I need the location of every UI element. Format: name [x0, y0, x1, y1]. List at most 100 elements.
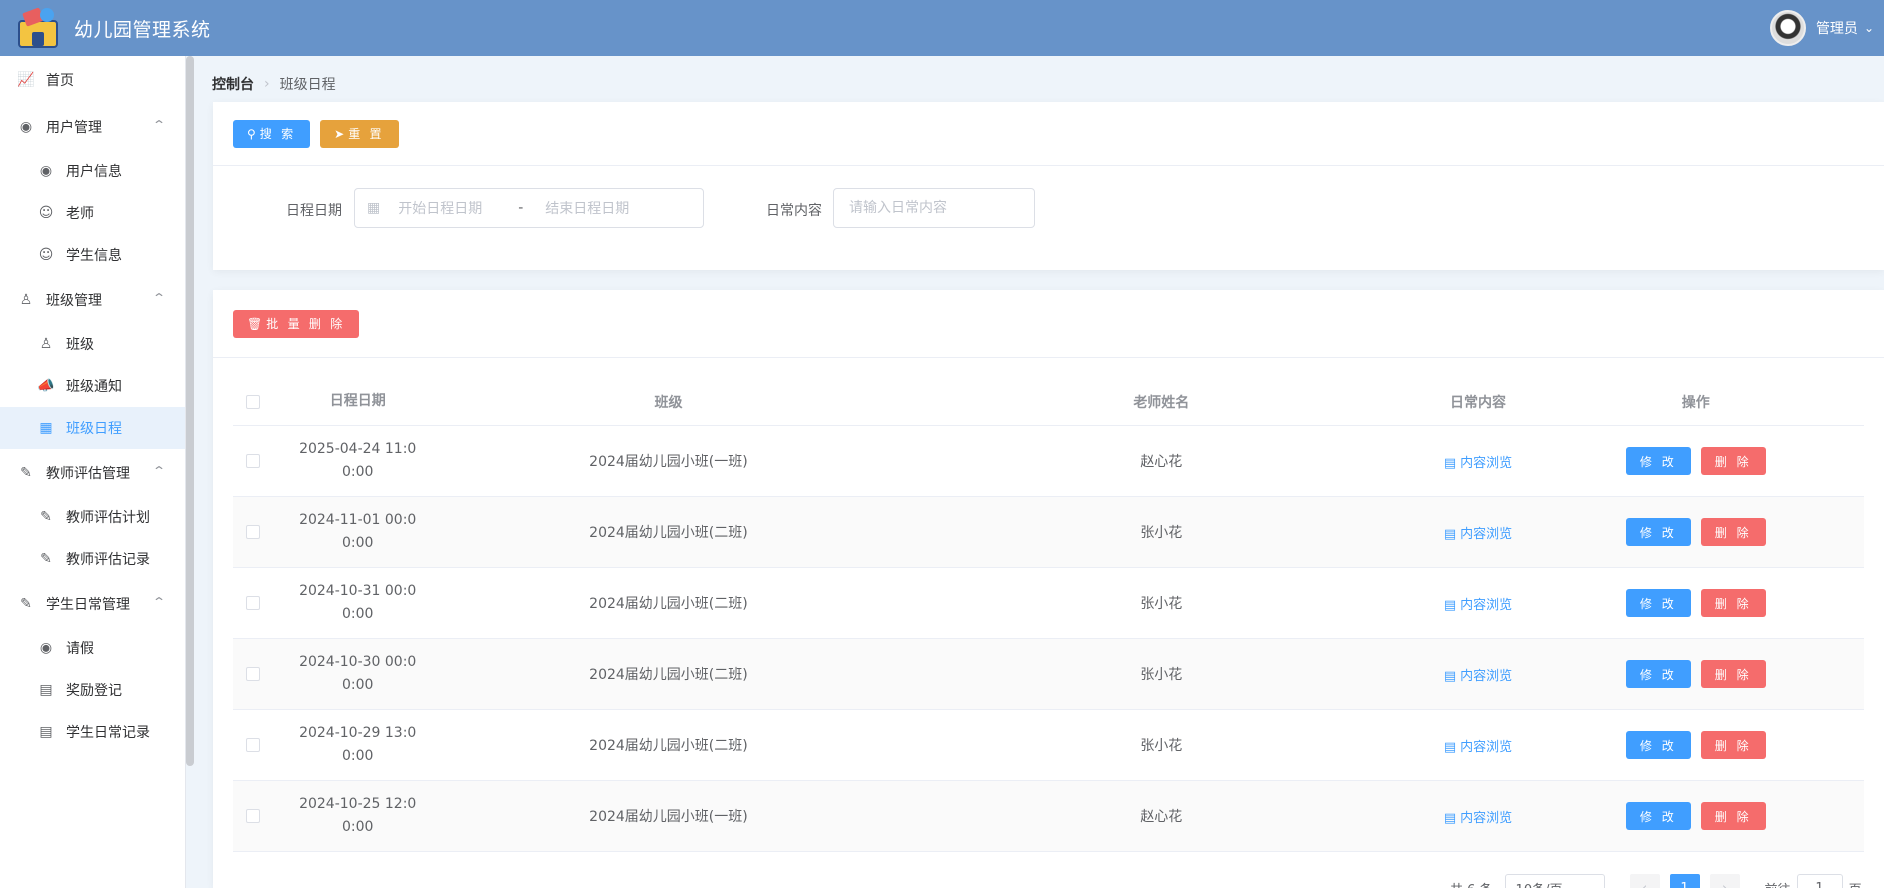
row-checkbox[interactable]: [245, 596, 260, 610]
sidebar-item-label: 班级日程: [66, 421, 122, 437]
reward-icon: ▤: [39, 682, 53, 698]
delete-button[interactable]: 删 除: [1700, 589, 1766, 617]
chevron-up-icon[interactable]: ⌃: [152, 118, 166, 132]
view-content-link[interactable]: ▤ 内容浏览: [1444, 598, 1512, 613]
sidebar-item-6[interactable]: ♙ 班级: [0, 323, 185, 365]
breadcrumb-current: 班级日程: [279, 77, 336, 93]
sidebar-item-12[interactable]: ✎ 学生日常管理 ⌃: [0, 580, 185, 627]
page-size-select[interactable]: 10条/页 ⌄: [1504, 874, 1605, 888]
delete-button[interactable]: 删 除: [1700, 802, 1766, 830]
cell-class: 2024届幼儿园小班(二班): [589, 525, 748, 541]
cell-date: 2024-10-25 12:0 0:00: [273, 793, 443, 839]
edit-button[interactable]: 修 改: [1625, 802, 1691, 830]
row-checkbox[interactable]: [245, 454, 260, 468]
edit-button[interactable]: 修 改: [1625, 660, 1691, 688]
view-content-link[interactable]: ▤ 内容浏览: [1444, 669, 1512, 684]
sidebar-item-label: 用户管理: [46, 119, 102, 136]
view-content-link[interactable]: ▤ 内容浏览: [1444, 740, 1512, 755]
row-checkbox[interactable]: [245, 667, 260, 681]
sidebar-item-4[interactable]: ☺ 学生信息: [0, 234, 185, 276]
cell-date: 2025-04-24 11:0 0:00: [273, 438, 443, 484]
sidebar-item-11[interactable]: ✎ 教师评估记录: [0, 538, 185, 580]
range-separator: -: [518, 200, 524, 216]
sidebar-item-label: 奖励登记: [66, 683, 122, 699]
date-line2: 0:00: [341, 606, 374, 622]
sidebar-item-14[interactable]: ▤ 奖励登记: [0, 669, 185, 711]
view-content-link[interactable]: ▤ 内容浏览: [1444, 811, 1512, 826]
sidebar-item-1[interactable]: ◉ 用户管理 ⌃: [0, 103, 185, 150]
delete-button[interactable]: 删 除: [1700, 447, 1766, 475]
table-row: 2025-04-24 11:0 0:00 2024届幼儿园小班(一班) 赵心花 ▤ 内容浏…: [233, 426, 1864, 497]
delete-button[interactable]: 删 除: [1700, 660, 1766, 688]
sidebar-item-2[interactable]: ◉ 用户信息: [0, 150, 185, 192]
document-icon: ▤: [1443, 739, 1457, 755]
goto-page-input[interactable]: 1: [1796, 874, 1843, 888]
cell-actions: 修 改删 除: [1528, 660, 1865, 688]
date-range-picker[interactable]: ▦ 开始日程日期 - 结束日程日期: [354, 188, 704, 228]
sidebar-item-15[interactable]: ▤ 学生日常记录: [0, 711, 185, 753]
teacher-icon: ☺: [38, 205, 54, 221]
start-date-input[interactable]: 开始日程日期: [398, 198, 518, 218]
search-toolbar: ⚲ 搜 索 ➤ 重 置: [213, 102, 1884, 166]
chevron-up-icon[interactable]: ⌃: [152, 291, 166, 305]
sidebar-item-5[interactable]: ♙ 班级管理 ⌃: [0, 276, 185, 323]
page-number-current[interactable]: 1: [1669, 874, 1700, 888]
sidebar-scrollbar[interactable]: [186, 56, 194, 766]
sidebar-item-8[interactable]: ▦ 班级日程: [0, 407, 185, 449]
chevron-up-icon[interactable]: ⌃: [152, 464, 166, 478]
megaphone-icon: 📣: [37, 378, 55, 394]
edit-button[interactable]: 修 改: [1625, 447, 1691, 475]
table-header: 日程日期 班级 老师姓名 日常内容 操作: [233, 378, 1864, 426]
reset-button[interactable]: ➤ 重 置: [320, 119, 399, 148]
table-row: 2024-10-29 13:0 0:00 2024届幼儿园小班(二班) 张小花 ▤ 内容浏…: [233, 710, 1864, 781]
table-body: 2025-04-24 11:0 0:00 2024届幼儿园小班(一班) 赵心花 ▤ 内容浏…: [233, 426, 1864, 852]
view-content-link[interactable]: ▤ 内容浏览: [1444, 456, 1512, 471]
user-name[interactable]: 管理员: [1816, 18, 1858, 38]
batch-delete-button[interactable]: 🗑 批 量 删 除: [233, 309, 360, 338]
next-page-button[interactable]: ›: [1709, 874, 1740, 888]
view-content-link[interactable]: ▤ 内容浏览: [1444, 527, 1512, 542]
delete-button[interactable]: 删 除: [1700, 518, 1766, 546]
cell-teacher: 张小花: [1140, 667, 1183, 683]
row-checkbox[interactable]: [245, 738, 260, 752]
chevron-down-icon[interactable]: ⌄: [1864, 21, 1874, 35]
breadcrumb-root[interactable]: 控制台: [212, 74, 254, 94]
delete-button[interactable]: 删 除: [1700, 731, 1766, 759]
sidebar-item-9[interactable]: ✎ 教师评估管理 ⌃: [0, 449, 185, 496]
schedule-table: 日程日期 班级 老师姓名 日常内容 操作 2025-04-24 11:0 0:00…: [233, 378, 1864, 852]
edit-icon: ✎: [40, 551, 52, 567]
cell-teacher: 张小花: [1140, 738, 1183, 754]
breadcrumb-separator-icon: ›: [264, 76, 270, 92]
content-search-input[interactable]: [833, 188, 1035, 228]
prev-page-button[interactable]: ‹: [1629, 874, 1660, 888]
class-group-icon: ♙: [19, 291, 33, 308]
sidebar-item-label: 学生日常管理: [46, 596, 130, 613]
sidebar-item-13[interactable]: ◉ 请假: [0, 627, 185, 669]
cell-date: 2024-11-01 00:0 0:00: [273, 509, 443, 555]
row-checkbox[interactable]: [245, 809, 260, 823]
sidebar-item-label: 用户信息: [66, 164, 122, 180]
sidebar-item-0[interactable]: 📈 首页: [0, 56, 185, 103]
select-all-checkbox[interactable]: [245, 394, 260, 409]
search-button[interactable]: ⚲ 搜 索: [233, 119, 311, 148]
goto-suffix: 页: [1849, 879, 1862, 888]
cell-actions: 修 改删 除: [1528, 518, 1865, 546]
search-button-label: 搜 索: [259, 127, 297, 141]
chevron-up-icon[interactable]: ⌃: [152, 595, 166, 609]
edit-button[interactable]: 修 改: [1625, 589, 1691, 617]
sidebar-item-label: 学生信息: [66, 248, 122, 264]
sidebar-item-10[interactable]: ✎ 教师评估计划: [0, 496, 185, 538]
end-date-input[interactable]: 结束日程日期: [545, 198, 665, 218]
top-header: 幼儿园管理系统 管理员 ⌄: [0, 0, 1884, 56]
sidebar-item-3[interactable]: ☺ 老师: [0, 192, 185, 234]
sidebar-item-7[interactable]: 📣 班级通知: [0, 365, 185, 407]
brand: 幼儿园管理系统: [0, 6, 211, 50]
date-line2: 0:00: [341, 464, 374, 480]
user-menu[interactable]: 管理员 ⌄: [1769, 10, 1884, 46]
document-icon: ▤: [1443, 455, 1457, 471]
avatar[interactable]: [1769, 10, 1806, 46]
row-checkbox[interactable]: [245, 525, 260, 539]
edit-button[interactable]: 修 改: [1625, 518, 1691, 546]
edit-button[interactable]: 修 改: [1625, 731, 1691, 759]
record-icon: ▤: [39, 724, 53, 740]
